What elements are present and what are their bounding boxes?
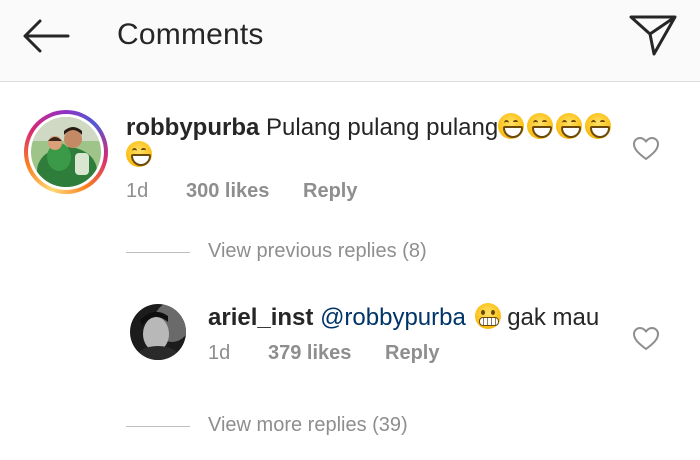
share-button[interactable] [624, 10, 680, 60]
grinning-face-emoji [556, 113, 583, 139]
view-more-replies-label: View more replies (39) [208, 414, 408, 436]
reply-timestamp: 1d [208, 342, 231, 364]
like-button[interactable] [632, 136, 660, 162]
comment-likes[interactable]: 300 likes [186, 180, 269, 203]
view-previous-replies-label: View previous replies (8) [208, 240, 427, 262]
grinning-face-emoji [527, 113, 554, 139]
comment-text-wrap [126, 141, 152, 171]
heart-icon [633, 327, 659, 350]
back-button[interactable] [18, 14, 74, 58]
story-ring[interactable] [24, 110, 108, 194]
direct-send-icon [629, 15, 677, 56]
grinning-face-emoji [585, 113, 612, 139]
grinning-face-emoji [498, 113, 525, 139]
heart-icon [633, 137, 659, 160]
reply-button[interactable]: Reply [303, 180, 357, 203]
reply-text: ariel_inst @robbypurba gak mau [208, 303, 599, 333]
reply-reply-button[interactable]: Reply [385, 342, 439, 365]
mention-link[interactable]: @robbypurba [320, 304, 466, 331]
comment-username[interactable]: robbypurba [126, 114, 259, 141]
reply-like-button[interactable] [632, 326, 660, 352]
grinning-face-emoji [126, 141, 152, 167]
page-title: Comments [117, 18, 264, 51]
view-previous-replies[interactable]: View previous replies (8) [126, 240, 446, 266]
divider [126, 426, 190, 427]
reply-likes[interactable]: 379 likes [268, 342, 351, 365]
grimacing-face-emoji [474, 303, 501, 329]
reply-meta: 1d 379 likes Reply [208, 342, 608, 366]
reply-username[interactable]: ariel_inst [208, 304, 313, 331]
view-more-replies[interactable]: View more replies (39) [126, 414, 446, 440]
comment-timestamp: 1d [126, 180, 149, 202]
avatar [31, 117, 101, 187]
divider [126, 252, 190, 253]
back-arrow-icon [23, 19, 70, 53]
reply-avatar[interactable] [130, 304, 186, 360]
top-bar: Comments [0, 0, 700, 82]
comment-meta: 1d 300 likes Reply [126, 180, 526, 204]
comment-body: Pulang pulang pulang [266, 114, 499, 141]
reply-body: gak mau [507, 304, 600, 331]
comment-text: robbypurba Pulang pulang pulang [126, 113, 612, 143]
